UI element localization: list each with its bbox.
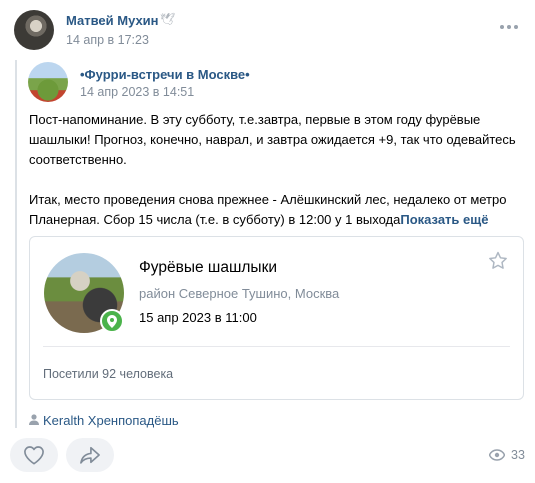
event-divider (43, 346, 510, 347)
share-button[interactable] (66, 438, 114, 472)
group-avatar[interactable] (28, 62, 68, 102)
show-more-link[interactable]: Показать ещё (400, 212, 488, 227)
event-card[interactable]: Фурёвые шашлыки район Северное Тушино, М… (29, 236, 524, 400)
share-icon (80, 446, 100, 464)
signer-name[interactable]: Keralth Хренпопадёшь (43, 413, 179, 428)
like-button[interactable] (10, 438, 58, 472)
event-date: 15 апр 2023 в 11:00 (139, 310, 257, 325)
heart-icon (24, 446, 44, 465)
user-icon (29, 413, 39, 428)
signer[interactable]: Keralth Хренпопадёшь (29, 413, 179, 428)
views-count: 33 (511, 448, 525, 462)
more-options-icon[interactable] (500, 22, 520, 32)
post-time[interactable]: 14 апр в 17:23 (66, 33, 149, 47)
post-text-paragraph: Итак, место проведения снова прежнее - А… (29, 190, 523, 230)
post-text-paragraph: Пост-напоминание. В эту субботу, т.е.зав… (29, 112, 516, 167)
repost-time[interactable]: 14 апр 2023 в 14:51 (80, 85, 194, 99)
location-pin-icon (100, 309, 124, 333)
event-title[interactable]: Фурёвые шашлыки (139, 259, 277, 277)
repost-bar (15, 60, 17, 428)
event-visited-count: Посетили 92 человека (43, 367, 174, 381)
event-place: район Северное Тушино, Москва (139, 286, 340, 301)
group-name[interactable]: •Фурри-встречи в Москве• (80, 67, 250, 82)
author-avatar[interactable] (14, 10, 54, 50)
bird-icon: 🕊 (160, 12, 176, 26)
eye-icon (489, 449, 505, 461)
views-counter: 33 (489, 448, 525, 462)
star-icon[interactable] (487, 250, 509, 277)
author-name[interactable]: Матвей Мухин (66, 13, 159, 28)
post-text: Пост-напоминание. В эту субботу, т.е.зав… (29, 110, 523, 230)
